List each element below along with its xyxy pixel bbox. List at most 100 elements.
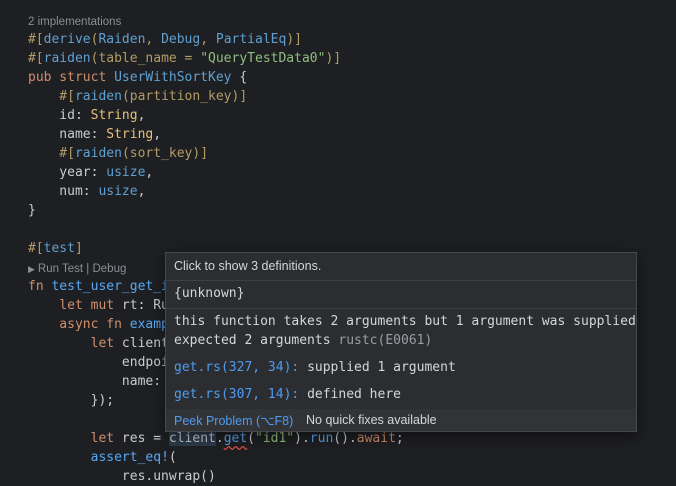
token: String [90,108,138,123]
code-editor[interactable]: 2 implementations #[derive(Raiden, Debug… [0,0,676,484]
error-squiggle[interactable]: get [224,431,247,446]
token: ). [294,431,310,446]
token: , [200,32,216,47]
code-line-2: #[raiden(table_name = "QueryTestData0")] [28,49,341,68]
codelens-implementations[interactable]: 2 implementations [28,16,121,28]
token: id: [28,108,91,123]
token: Debug [161,32,201,47]
token: (table_name = [90,51,201,66]
token: raiden [43,51,91,66]
code-line-11: #[test] [28,239,83,258]
related-text-1: supplied 1 argument [307,360,456,375]
token: #[ [28,51,44,66]
token: name: [28,127,107,142]
code-line-3: pub struct UserWithSortKey { [28,68,247,87]
token: rt: Ru [121,298,169,313]
code-line-16: endpoi [28,353,169,372]
play-icon: ▶ [28,264,35,274]
diagnostic-message-2: expected 2 arguments rustc(E0061) [174,333,432,348]
token: "id1" [255,431,295,446]
code-line-20: assert_eq!( [28,448,177,467]
token: "QueryTestData0" [200,51,326,66]
token: let [28,431,122,446]
code-line-4: #[raiden(partition_key)] [28,87,247,106]
token: pub struct [28,70,115,85]
related-info-2: get.rs(307, 14): defined here [174,387,401,402]
token: derive [43,32,91,47]
token: raiden [74,146,122,161]
token: ( [168,450,177,465]
code-line-17: name: [28,372,161,391]
token: , [153,127,162,142]
codelens-run-test[interactable]: ▶ Run Test | Debug [28,263,126,275]
run-test-link[interactable]: Run Test | Debug [38,263,126,275]
token: (sort_key)] [121,146,209,161]
token: { [231,70,248,85]
hover-status-bar: Peek Problem (⌥F8) No quick fixes availa… [166,409,636,431]
token: raiden [74,89,122,104]
related-text-2: defined here [307,387,401,402]
hover-type-section: {unknown} [166,280,636,309]
token: res.unwrap() [28,469,216,484]
token: res [121,431,146,446]
token: #[ [28,32,44,47]
hover-header-section: Click to show 3 definitions. [166,253,636,281]
token: #[ [28,241,44,256]
diagnostic-message: this function takes 2 arguments but 1 ar… [174,314,636,329]
token: fn [28,279,52,294]
related-link-2[interactable]: get.rs(307, 14): [174,387,299,402]
code-line-9: num: usize, [28,182,145,201]
code-line-8: year: usize, [28,163,153,182]
token: PartialEq [215,32,287,47]
token: let [28,336,122,351]
code-line-5: id: String, [28,106,145,125]
related-link-1[interactable]: get.rs(327, 34): [174,360,299,375]
token: , [145,32,162,47]
token: await [356,431,396,446]
hover-type-text: {unknown} [174,286,245,301]
code-line-6: name: String, [28,125,161,144]
token: name: [28,374,162,389]
token: run [309,431,334,446]
token: Raiden [98,32,146,47]
code-line-12: fn test_user_get_i [28,277,169,296]
code-line-14: async fn examp [28,315,169,334]
token: . [215,431,224,446]
token: ( [247,431,255,446]
hover-header-text[interactable]: Click to show 3 definitions. [174,259,321,273]
code-line-21: res.unwrap() [28,467,216,486]
token: ] [74,241,83,256]
token: #[ [28,89,75,104]
diagnostic-expected: expected 2 arguments [174,333,331,348]
code-line-13: let mut rt: Ru [28,296,169,315]
implementations-link[interactable]: 2 implementations [28,16,121,28]
token: year: [28,165,107,180]
token: examp [129,317,169,332]
token: num: [28,184,99,199]
token: } [28,203,36,218]
token: test_user_get_i [51,279,169,294]
peek-problem-link[interactable]: Peek Problem (⌥F8) [174,413,293,428]
token: #[ [28,146,75,161]
token: , [145,165,154,180]
token: let mut [28,298,122,313]
token: async fn [28,317,130,332]
code-line-18: }); [28,391,114,410]
hover-widget[interactable]: Click to show 3 definitions. {unknown} t… [165,252,637,432]
code-line-7: #[raiden(sort_key)] [28,144,208,163]
token: endpoi [28,355,169,370]
token: test [43,241,75,256]
token: String [106,127,154,142]
token: , [137,108,146,123]
token: assert_eq! [90,450,169,465]
code-line-1: #[derive(Raiden, Debug, PartialEq)] [28,30,302,49]
token: client [121,336,169,351]
token: = [145,431,169,446]
token: UserWithSortKey [114,70,232,85]
code-line-15: let client [28,334,169,353]
token: usize [98,184,138,199]
token: , [137,184,146,199]
token: (partition_key)] [121,89,248,104]
code-line-10: } [28,201,36,220]
